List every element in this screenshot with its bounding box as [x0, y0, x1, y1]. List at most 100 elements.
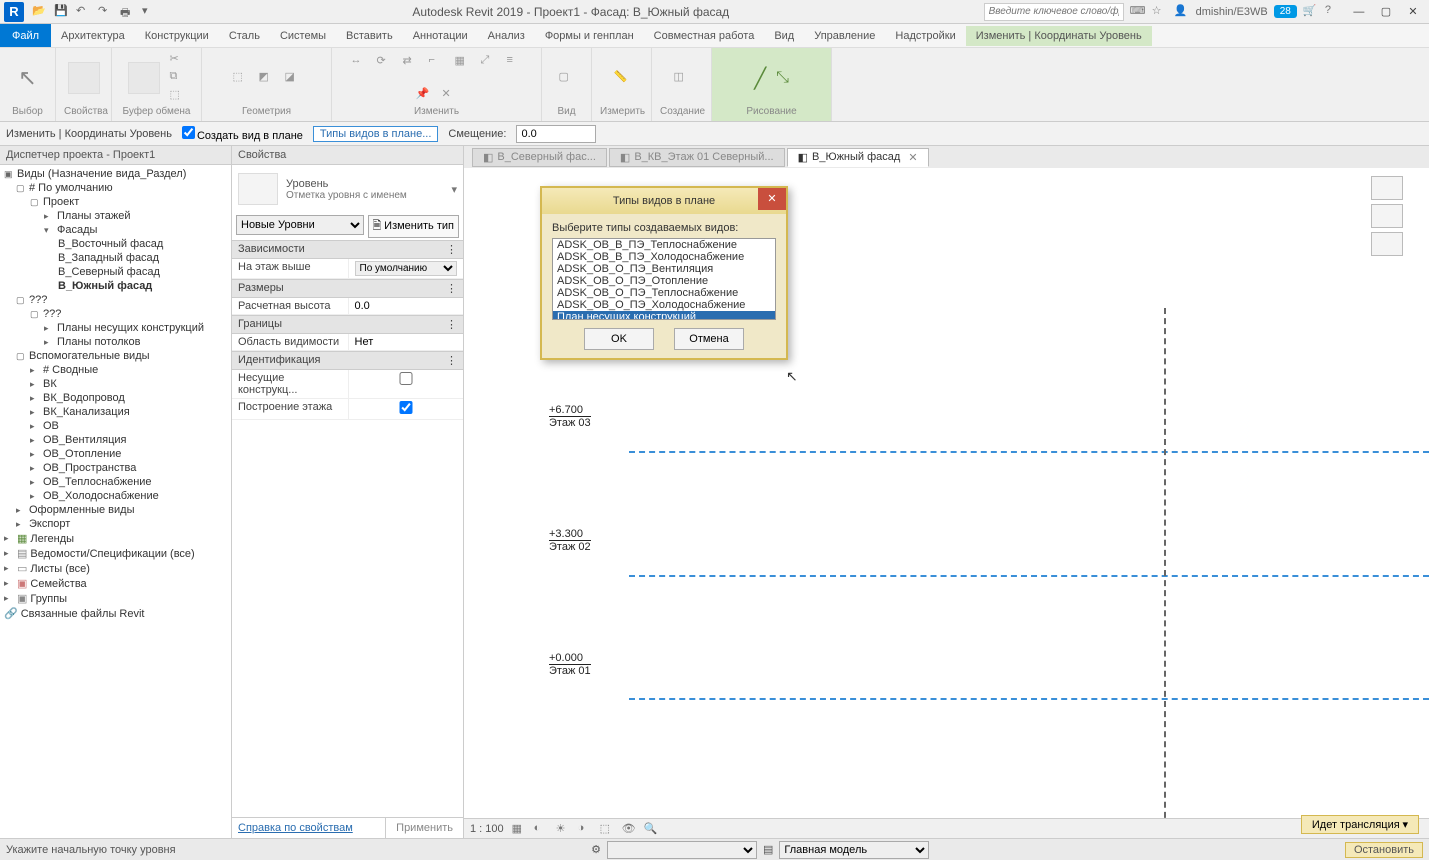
prop-group-extents[interactable]: Границы⋮ — [232, 315, 463, 334]
level3-name[interactable]: Этаж 03 — [549, 417, 591, 429]
visual-style-icon[interactable]: ◐ — [534, 822, 548, 836]
apply-button[interactable]: Применить — [385, 818, 463, 838]
tab-addins[interactable]: Надстройки — [885, 26, 965, 46]
cut-geom-icon[interactable]: ◩ — [259, 70, 275, 86]
dialog-close-button[interactable]: ✕ — [758, 188, 786, 210]
view-types-listbox[interactable]: ADSK_ОВ_В_ПЭ_Теплоснабжение ADSK_ОВ_В_ПЭ… — [552, 238, 776, 320]
minimize-icon[interactable]: — — [1347, 6, 1371, 18]
file-tab[interactable]: Файл — [0, 24, 51, 47]
worksets-icon[interactable]: ⚙ — [591, 843, 601, 856]
tree-elev-east[interactable]: В_Восточный фасад — [0, 237, 231, 251]
prop-group-dimensions[interactable]: Размеры⋮ — [232, 279, 463, 298]
tree-aux-summary[interactable]: ▸# Сводные — [0, 363, 231, 377]
viewcube-icon[interactable] — [1371, 176, 1403, 200]
stop-button[interactable]: Остановить — [1345, 842, 1423, 858]
copy-icon[interactable]: ⧉ — [170, 70, 186, 86]
list-item[interactable]: ADSK_ОВ_О_ПЭ_Отопление — [553, 275, 775, 287]
tree-aux-ov[interactable]: ▸ОВ — [0, 419, 231, 433]
tree-sheets[interactable]: ▸▭ Листы (все) — [0, 561, 231, 576]
move-icon[interactable]: ↔ — [351, 54, 367, 70]
tree-root[interactable]: ▣Виды (Назначение вида_Раздел) — [0, 167, 231, 181]
design-option-select[interactable]: Главная модель — [779, 841, 929, 859]
tab-analyze[interactable]: Анализ — [478, 26, 535, 46]
reveal-icon[interactable]: 🔍 — [644, 822, 658, 836]
list-item[interactable]: ADSK_ОВ_О_ПЭ_Холодоснабжение — [553, 299, 775, 311]
tab-steel[interactable]: Сталь — [219, 26, 270, 46]
qat-open-icon[interactable]: 📂 — [32, 4, 48, 20]
hide-icon[interactable]: 👁 — [622, 822, 636, 836]
qat-undo-icon[interactable]: ↶ — [76, 4, 92, 20]
view-tab-1[interactable]: ◧В_Северный фас... — [472, 148, 607, 167]
prop-group-constraints[interactable]: Зависимости⋮ — [232, 240, 463, 259]
level1-name[interactable]: Этаж 01 — [549, 665, 591, 677]
cut-icon[interactable]: ✂ — [170, 52, 186, 68]
cart-icon[interactable]: 🛒 — [1303, 4, 1319, 20]
help-search-input[interactable] — [984, 3, 1124, 21]
match-icon[interactable]: ⬚ — [170, 88, 186, 104]
ok-button[interactable]: OK — [584, 328, 654, 350]
tree-aux-ov-vent[interactable]: ▸ОВ_Вентиляция — [0, 433, 231, 447]
shadows-icon[interactable]: ◑ — [578, 822, 592, 836]
grid-line[interactable] — [1164, 308, 1166, 838]
tree-elev-north[interactable]: В_Северный фасад — [0, 265, 231, 279]
tree-aux-ov-spaces[interactable]: ▸ОВ_Пространства — [0, 461, 231, 475]
qat-print-icon[interactable]: 🖶 — [120, 4, 136, 20]
offset-input[interactable] — [516, 125, 596, 143]
tree-links[interactable]: 🔗 Связанные файлы Revit — [0, 606, 231, 621]
tree-aux-vk[interactable]: ▸ВК — [0, 377, 231, 391]
level1-value[interactable]: +0.000 — [549, 652, 591, 665]
tab-architecture[interactable]: Архитектура — [51, 26, 135, 46]
paste-icon[interactable] — [128, 62, 160, 94]
cope-icon[interactable]: ⬚ — [233, 70, 249, 86]
select-arrow-icon[interactable]: ↖ — [18, 65, 36, 91]
help-icon[interactable]: ? — [1325, 4, 1341, 20]
level2-value[interactable]: +3.300 — [549, 528, 591, 541]
tree-elev-west[interactable]: В_Западный фасад — [0, 251, 231, 265]
trim-icon[interactable]: ⌐ — [429, 54, 445, 70]
plan-view-types-button[interactable]: Типы видов в плане... — [313, 126, 438, 142]
tree-aux-vk-water[interactable]: ▸ВК_Водопровод — [0, 391, 231, 405]
tree-families[interactable]: ▸▣ Семейства — [0, 576, 231, 591]
view-tab-3[interactable]: ◧В_Южный фасад✕ — [787, 148, 929, 167]
create-view-checkbox[interactable] — [182, 126, 195, 139]
maximize-icon[interactable]: ▢ — [1374, 5, 1398, 18]
sun-path-icon[interactable]: ☀ — [556, 822, 570, 836]
tab-manage[interactable]: Управление — [804, 26, 885, 46]
close-icon[interactable]: ✕ — [1401, 5, 1425, 18]
user-name[interactable]: dmishin/E3WB — [1196, 6, 1268, 18]
offset-icon[interactable]: ≡ — [507, 54, 523, 70]
star-icon[interactable]: ☆ — [1152, 4, 1168, 20]
cancel-button[interactable]: Отмена — [674, 328, 744, 350]
app-logo[interactable]: R — [4, 2, 24, 22]
tab-view[interactable]: Вид — [764, 26, 804, 46]
tree-elevations[interactable]: ▾Фасады — [0, 223, 231, 237]
dialog-title[interactable]: Типы видов в плане ✕ — [542, 188, 786, 214]
view-icon[interactable]: ▢ — [559, 70, 575, 86]
prop-scopebox-value[interactable]: Нет — [348, 334, 464, 350]
chevron-down-icon[interactable]: ▾ — [1402, 819, 1408, 831]
qat-more-icon[interactable]: ▾ — [142, 4, 158, 20]
active-workset-select[interactable] — [607, 841, 757, 859]
tree-schedules[interactable]: ▸▤ Ведомости/Спецификации (все) — [0, 546, 231, 561]
qat-redo-icon[interactable]: ↷ — [98, 4, 114, 20]
prop-above-value[interactable]: По умолчанию — [355, 261, 458, 276]
scale-icon[interactable]: ⤢ — [481, 54, 497, 70]
tab-collaborate[interactable]: Совместная работа — [644, 26, 765, 46]
tree-formatted-views[interactable]: ▸Оформленные виды — [0, 503, 231, 517]
rotate-icon[interactable]: ⟳ — [377, 54, 393, 70]
tree-aux-views[interactable]: ▢Вспомогательные виды — [0, 349, 231, 363]
notification-badge[interactable]: 28 — [1274, 5, 1297, 18]
create-view-checkbox-wrap[interactable]: Создать вид в плане — [182, 126, 303, 142]
tab-systems[interactable]: Системы — [270, 26, 336, 46]
level3-value[interactable]: +6.700 — [549, 404, 591, 417]
design-options-icon[interactable]: ▤ — [763, 843, 773, 856]
pan-icon[interactable] — [1371, 232, 1403, 256]
level2-name[interactable]: Этаж 02 — [549, 541, 591, 553]
list-item-selected[interactable]: План несущих конструкций — [553, 311, 775, 320]
tab-massing[interactable]: Формы и генплан — [535, 26, 644, 46]
tree-legends[interactable]: ▸▦ Легенды — [0, 531, 231, 546]
create-icon[interactable]: ◫ — [674, 70, 690, 86]
tab-annotate[interactable]: Аннотации — [403, 26, 478, 46]
crop-icon[interactable]: ⬚ — [600, 822, 614, 836]
tree-project[interactable]: ▢Проект — [0, 195, 231, 209]
